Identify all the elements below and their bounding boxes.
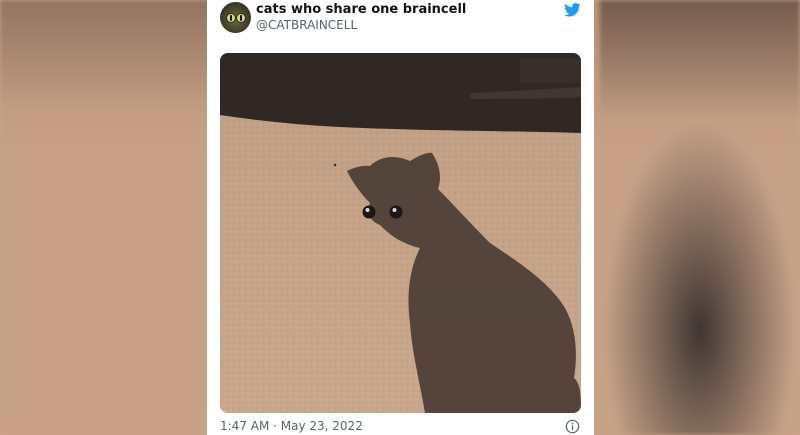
cat-shadow-photo xyxy=(220,53,581,413)
avatar[interactable] xyxy=(220,2,251,33)
twitter-bird-icon[interactable] xyxy=(564,3,581,17)
user-display-name[interactable]: cats who share one braincell xyxy=(256,2,466,17)
tweet-card: cats who share one braincell @CATBRAINCE… xyxy=(207,0,594,435)
tweet-photo[interactable] xyxy=(220,53,581,413)
user-handle[interactable]: @CATBRAINCELL xyxy=(256,18,357,32)
info-icon[interactable] xyxy=(565,419,580,434)
tweet-timestamp[interactable]: 1:47 AM · May 23, 2022 xyxy=(220,419,363,433)
avatar-right-eye xyxy=(236,13,246,23)
avatar-left-eye xyxy=(226,13,236,23)
